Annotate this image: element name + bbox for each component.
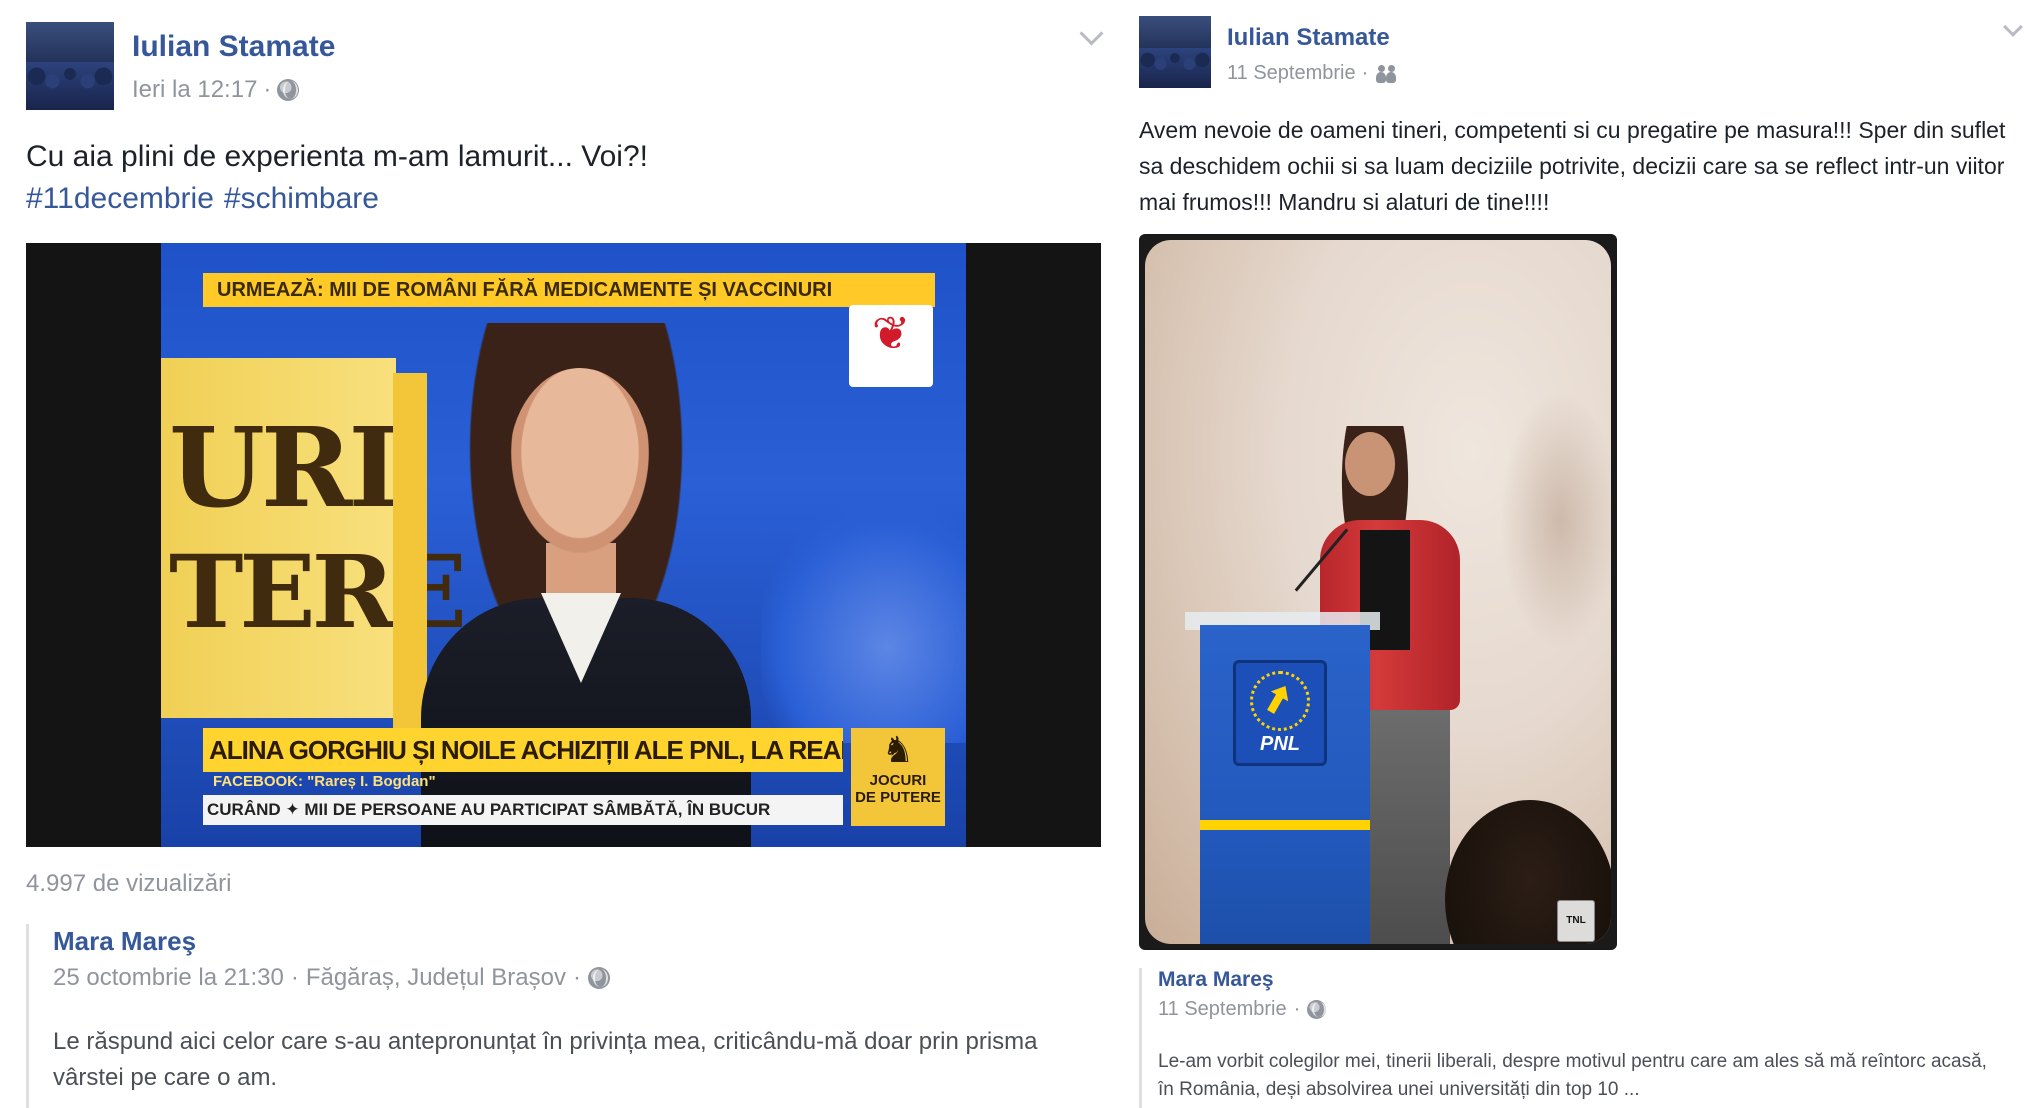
view-count[interactable]: 4.997 de vizualizări	[26, 870, 231, 898]
avatar-crowd	[1139, 48, 1211, 88]
direct-label: DIRECT	[861, 355, 921, 372]
post-photo[interactable]: PNL TNL	[1139, 234, 1617, 950]
shared-meta: 25 octombrie la 21:30 · Făgăraș, Județul…	[53, 964, 610, 992]
post-meta: Ieri la 12:17 ·	[132, 76, 300, 104]
shared-text: Le-am vorbit colegilor mei, tinerii libe…	[1158, 1051, 1987, 1100]
crawl-label: CURÂND	[207, 800, 281, 819]
pnl-logo: PNL	[1233, 660, 1327, 766]
meta-separator: ·	[1293, 998, 1301, 1020]
photo-watermark: TNL	[1557, 900, 1595, 942]
globe-icon[interactable]	[1307, 1000, 1327, 1019]
right-post: Iulian Stamate 11 Septembrie · Avem nevo…	[1120, 0, 2027, 1108]
meta-separator: ·	[572, 964, 581, 991]
author-name[interactable]: Iulian Stamate	[132, 30, 335, 64]
shared-location[interactable]: Făgăraș, Județul Brașov	[306, 964, 566, 992]
post-timestamp[interactable]: Ieri la 12:17	[132, 76, 257, 104]
post-timestamp[interactable]: 11 Septembrie	[1227, 62, 1356, 85]
pnl-logo-text: PNL	[1260, 733, 1300, 755]
shared-text: Le răspund aici celor care s-au antepron…	[53, 1028, 1038, 1091]
horse-icon: ♞	[881, 729, 915, 770]
crawl-text: MII DE PERSOANE AU PARTICIPAT SÂMBĂTĂ, Î…	[304, 800, 771, 819]
shared-author-name[interactable]: Mara Mareş	[53, 926, 196, 957]
channel-heart-icon: ❦	[871, 307, 911, 359]
video-player[interactable]: URI TERE URMEAZĂ: MII DE ROMÂNI FĂRĂ MED…	[26, 243, 1101, 847]
presenter-face	[509, 368, 651, 556]
author-avatar[interactable]	[26, 22, 114, 110]
wall-text: URI	[169, 403, 400, 532]
tv-lower-third: ALINA GORGHIU ȘI NOILE ACHIZIȚII ALE PNL…	[203, 728, 843, 772]
avatar-crowd	[26, 61, 114, 110]
shared-meta: 11 Septembrie ·	[1158, 998, 1327, 1021]
hashtag-link[interactable]: #schimbare	[224, 182, 379, 215]
globe-icon[interactable]	[277, 79, 300, 101]
meta-separator: ·	[1361, 62, 1369, 84]
show-logo-text: DE PUTERE	[855, 789, 941, 806]
speaker-face	[1345, 432, 1395, 496]
shared-timestamp[interactable]: 25 octombrie la 21:30	[53, 964, 284, 992]
channel-logo: ❦	[849, 305, 933, 387]
post-text: Avem nevoie de oameni tineri, competenti…	[1139, 117, 2006, 215]
podium-stripe	[1200, 820, 1370, 830]
shared-post: Mara Mareş 11 Septembrie · Le-am vorbit …	[1139, 968, 2012, 1108]
left-post: Iulian Stamate Ieri la 12:17 · Cu aia pl…	[0, 0, 1120, 1108]
show-logo-text: JOCURI	[869, 772, 927, 789]
author-name[interactable]: Iulian Stamate	[1227, 24, 1390, 52]
meta-separator: ·	[290, 964, 299, 991]
post-meta: 11 Septembrie ·	[1227, 62, 1397, 85]
chevron-down-icon[interactable]	[1079, 21, 1104, 46]
shared-post: Mara Mareş 25 octombrie la 21:30 · Făgăr…	[26, 924, 1109, 1108]
globe-icon[interactable]	[587, 967, 610, 989]
tv-facebook-line: FACEBOOK: "Rareș I. Bogdan"	[213, 773, 436, 790]
hashtag-link[interactable]: #11decembrie	[26, 182, 214, 215]
post-text: Cu aia plini de experienta m-am lamurit.…	[26, 140, 648, 173]
arrow-icon	[1262, 681, 1294, 717]
author-avatar[interactable]	[1139, 16, 1211, 88]
friends-icon[interactable]	[1374, 64, 1397, 83]
studio-wall: URI TERE	[161, 358, 467, 718]
photo-scene: PNL TNL	[1145, 240, 1611, 944]
chevron-down-icon[interactable]	[2003, 17, 2023, 37]
wall-shadow	[1500, 390, 1611, 650]
meta-separator: ·	[263, 76, 272, 103]
stars-ring-icon	[1250, 671, 1310, 731]
shared-timestamp[interactable]: 11 Septembrie	[1158, 998, 1287, 1021]
show-logo: ♞ JOCURI DE PUTERE	[851, 728, 945, 826]
tv-crawl: CURÂND ✦ MII DE PERSOANE AU PARTICIPAT S…	[203, 795, 843, 825]
crawl-separator-icon: ✦	[285, 800, 305, 819]
studio-background	[761, 503, 966, 743]
video-frame: URI TERE URMEAZĂ: MII DE ROMÂNI FĂRĂ MED…	[161, 243, 966, 847]
post-hashtags: #11decembrie #schimbare	[26, 182, 389, 216]
tv-ticker: URMEAZĂ: MII DE ROMÂNI FĂRĂ MEDICAMENTE …	[203, 273, 935, 307]
shared-author-name[interactable]: Mara Mareş	[1158, 968, 1274, 992]
